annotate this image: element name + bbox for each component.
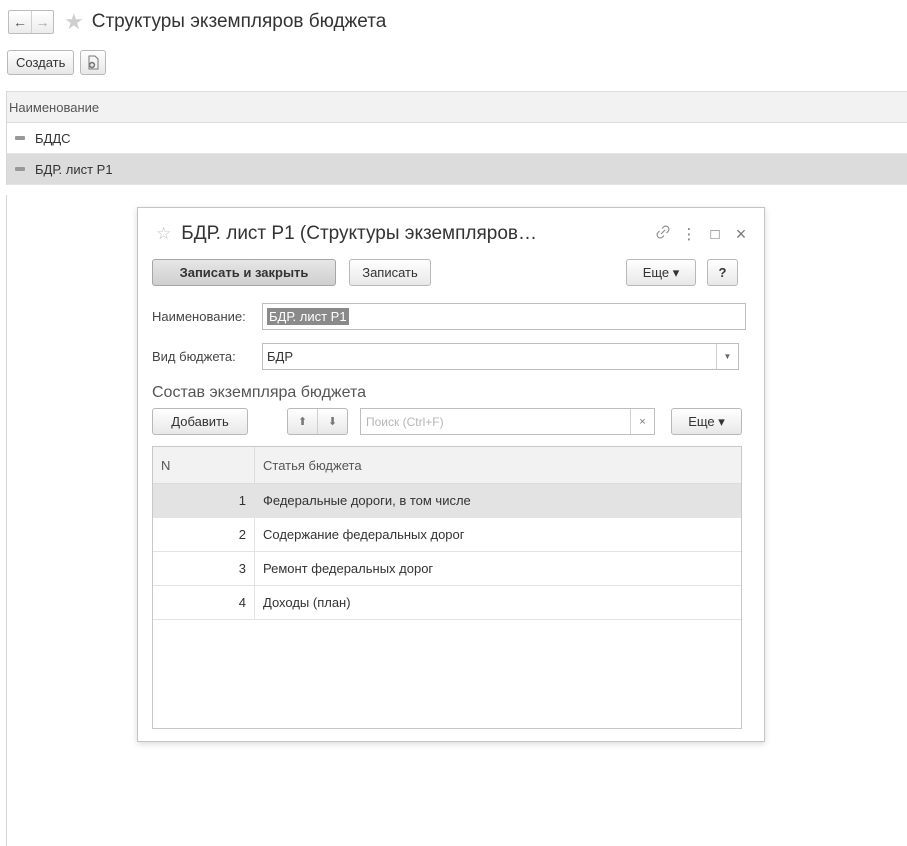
dialog-title: БДР. лист Р1 (Структуры экземпляров… (181, 223, 537, 244)
name-input[interactable]: БДР. лист Р1 (262, 302, 746, 330)
table-toolbar: Добавить ⬆ ⬇ Поиск (Ctrl+F) × Еще ▾ (152, 408, 756, 436)
arrow-down-icon[interactable]: ⬇ (317, 409, 347, 434)
maximize-icon[interactable]: □ (702, 226, 728, 243)
table-row[interactable]: 2 Содержание федеральных дорог (153, 518, 741, 552)
arrow-up-icon[interactable]: ⬆ (288, 409, 317, 434)
create-button[interactable]: Создать (7, 50, 75, 75)
row-number: 2 (238, 527, 246, 542)
group-icon (15, 136, 25, 140)
save-button[interactable]: Записать (349, 259, 431, 286)
page-title: Структуры экземпляров бюджета (91, 11, 387, 32)
structures-list: Наименование БДДС БДР. лист Р1 (6, 91, 907, 185)
arrow-left-icon[interactable]: ← (9, 11, 31, 33)
name-field-row: Наименование: БДР. лист Р1 (152, 302, 746, 330)
table-header: N Статья бюджета (153, 447, 741, 484)
star-outline-icon[interactable]: ☆ (156, 224, 171, 244)
add-button[interactable]: Добавить (152, 408, 248, 435)
help-button[interactable]: ? (707, 259, 738, 286)
table-row[interactable]: 3 Ремонт федеральных дорог (153, 552, 741, 586)
search-placeholder: Поиск (Ctrl+F) (366, 414, 444, 429)
more-button[interactable]: Еще ▾ (626, 259, 696, 286)
row-number: 4 (238, 595, 246, 610)
edit-dialog: ☆ БДР. лист Р1 (Структуры экземпляров… ⋮… (137, 207, 765, 742)
column-header-article[interactable]: Статья бюджета (254, 447, 741, 483)
navigation-buttons: ← → (8, 10, 54, 34)
row-article: Доходы (план) (254, 586, 741, 619)
table-row[interactable]: 4 Доходы (план) (153, 586, 741, 620)
row-article: Содержание федеральных дорог (254, 518, 741, 551)
section-title: Состав экземпляра бюджета (152, 384, 367, 401)
arrow-right-icon[interactable]: → (31, 11, 53, 33)
dialog-title-bar: ☆ БДР. лист Р1 (Структуры экземпляров… ⋮… (156, 220, 754, 248)
table-row[interactable]: 1 Федеральные дороги, в том числе (153, 484, 741, 518)
chevron-down-icon[interactable]: ▼ (716, 343, 738, 369)
budget-composition-table: N Статья бюджета 1 Федеральные дороги, в… (152, 446, 742, 729)
clear-search-icon[interactable]: × (630, 409, 654, 434)
page-header: ← → ★ Структуры экземпляров бюджета (8, 8, 386, 36)
list-item[interactable]: БДДС (7, 123, 907, 154)
row-article: Федеральные дороги, в том числе (254, 484, 741, 517)
list-column-header[interactable]: Наименование (7, 91, 907, 123)
copy-document-icon (88, 55, 99, 69)
command-bar: Создать (7, 50, 107, 75)
group-icon (15, 167, 25, 171)
row-number: 1 (238, 493, 246, 508)
list-item-label: БДР. лист Р1 (35, 161, 113, 177)
column-header-n[interactable]: N (153, 458, 254, 473)
budget-type-value: БДР (267, 348, 294, 364)
list-item[interactable]: БДР. лист Р1 (7, 154, 907, 185)
budget-type-select[interactable]: БДР ▼ (262, 342, 739, 370)
budget-type-field-row: Вид бюджета: БДР ▼ (152, 342, 746, 370)
move-buttons: ⬆ ⬇ (287, 408, 348, 435)
save-and-close-button[interactable]: Записать и закрыть (152, 259, 336, 286)
name-label: Наименование: (152, 308, 246, 324)
list-border (6, 195, 7, 846)
star-icon[interactable]: ★ (64, 11, 84, 33)
row-article: Ремонт федеральных дорог (254, 552, 741, 585)
dialog-toolbar: Записать и закрыть Записать Еще ▾ ? (152, 259, 756, 287)
close-icon[interactable]: × (728, 224, 754, 245)
list-item-label: БДДС (35, 130, 71, 146)
more-vertical-icon[interactable]: ⋮ (676, 225, 702, 243)
name-value: БДР. лист Р1 (267, 307, 349, 325)
row-number: 3 (238, 561, 246, 576)
table-more-button[interactable]: Еще ▾ (671, 408, 742, 435)
budget-type-label: Вид бюджета: (152, 348, 236, 364)
copy-button[interactable] (80, 50, 107, 75)
search-input[interactable]: Поиск (Ctrl+F) × (360, 408, 655, 435)
link-icon[interactable] (650, 225, 676, 243)
